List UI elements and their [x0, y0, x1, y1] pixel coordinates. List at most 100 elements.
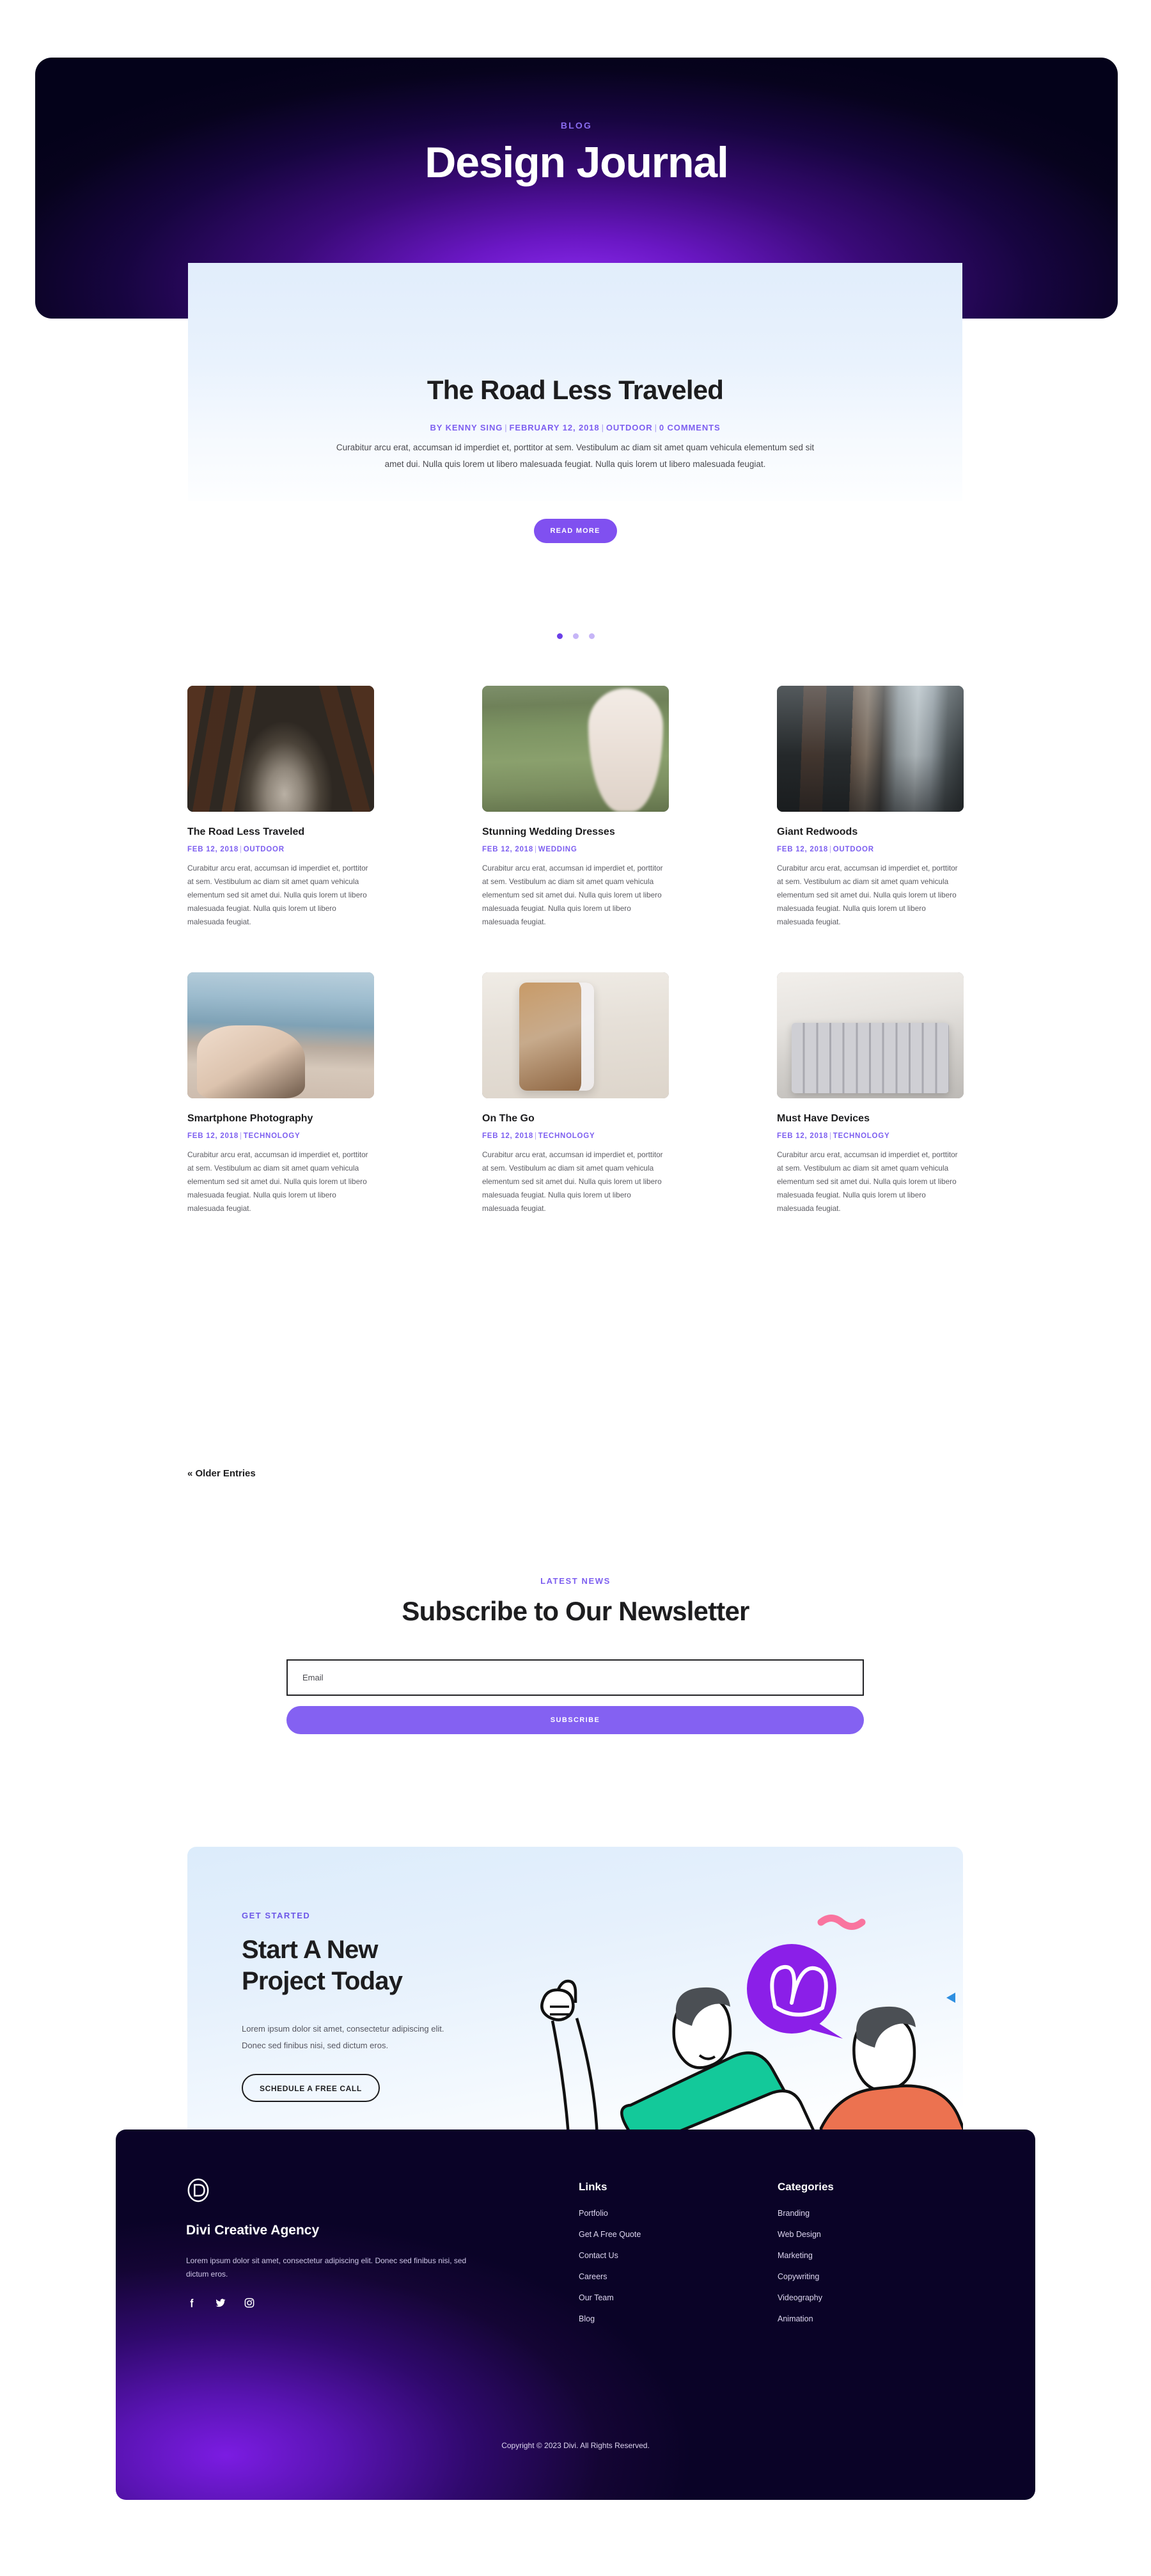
cta-eyebrow: GET STARTED	[242, 1911, 311, 1920]
footer-link-copywriting[interactable]: Copywriting	[778, 2272, 834, 2281]
post-category[interactable]: WEDDING	[538, 846, 577, 853]
slider-dot-1[interactable]	[556, 633, 563, 639]
post-meta: FEB 12, 2018 | TECHNOLOGY	[187, 1132, 374, 1140]
post-date: FEB 12, 2018	[187, 846, 239, 853]
post-title[interactable]: Giant Redwoods	[777, 826, 964, 838]
post-date: FEB 12, 2018	[187, 1132, 239, 1140]
email-input[interactable]	[286, 1659, 864, 1696]
schedule-call-button[interactable]: SCHEDULE A FREE CALL	[242, 2074, 380, 2102]
footer-link-marketing[interactable]: Marketing	[778, 2251, 834, 2260]
featured-category[interactable]: OUTDOOR	[606, 423, 653, 432]
twitter-icon[interactable]	[214, 2297, 227, 2309]
footer-brand-name: Divi Creative Agency	[186, 2223, 320, 2238]
post-title[interactable]: Smartphone Photography	[187, 1113, 374, 1125]
page-title: Design Journal	[425, 138, 729, 187]
post-date: FEB 12, 2018	[777, 1132, 828, 1140]
post-excerpt: Curabitur arcu erat, accumsan id imperdi…	[777, 864, 958, 926]
instagram-icon[interactable]	[244, 2297, 255, 2309]
post-title[interactable]: The Road Less Traveled	[187, 826, 374, 838]
post-meta: FEB 12, 2018 | WEDDING	[482, 846, 669, 853]
post-thumbnail-smartphone[interactable]	[187, 972, 374, 1098]
read-more-button[interactable]: READ MORE	[533, 519, 617, 543]
post-meta: FEB 12, 2018 | OUTDOOR	[187, 846, 374, 853]
footer-link-our-team[interactable]: Our Team	[579, 2293, 641, 2302]
older-entries-link[interactable]: « Older Entries	[187, 1468, 256, 1479]
blog-post-card: Smartphone Photography FEB 12, 2018 | TECH…	[187, 972, 374, 1215]
footer-column-heading: Categories	[778, 2181, 834, 2193]
blog-post-card: Stunning Wedding Dresses FEB 12, 2018 | WE…	[482, 686, 669, 929]
hero-eyebrow: BLOG	[560, 120, 593, 130]
site-footer: Divi Creative Agency Lorem ipsum dolor s…	[116, 2130, 1035, 2500]
post-date: FEB 12, 2018	[777, 846, 828, 853]
facebook-icon[interactable]	[186, 2297, 198, 2309]
blog-post-grid: The Road Less Traveled FEB 12, 2018 | OUTD…	[187, 686, 964, 1215]
footer-column-links: Links Portfolio Get A Free Quote Contact…	[579, 2181, 641, 2335]
footer-link-branding[interactable]: Branding	[778, 2209, 834, 2218]
cta-title: Start A New Project Today	[242, 1936, 403, 1995]
footer-link-get-a-free-quote[interactable]: Get A Free Quote	[579, 2230, 641, 2239]
footer-link-videography[interactable]: Videography	[778, 2293, 834, 2302]
post-excerpt: Curabitur arcu erat, accumsan id imperdi…	[482, 864, 663, 926]
post-category[interactable]: OUTDOOR	[833, 846, 874, 853]
meta-separator: |	[239, 846, 242, 853]
footer-link-web-design[interactable]: Web Design	[778, 2230, 834, 2239]
post-category[interactable]: TECHNOLOGY	[538, 1132, 595, 1140]
post-category[interactable]: OUTDOOR	[244, 846, 285, 853]
post-meta: FEB 12, 2018 | TECHNOLOGY	[777, 1132, 964, 1140]
post-thumbnail-forest-road[interactable]	[187, 686, 374, 812]
slider-pagination[interactable]	[0, 633, 1151, 639]
post-excerpt: Curabitur arcu erat, accumsan id imperdi…	[187, 1150, 368, 1213]
post-meta: FEB 12, 2018 | OUTDOOR	[777, 846, 964, 853]
footer-link-contact-us[interactable]: Contact Us	[579, 2251, 641, 2260]
copyright-text: Copyright © 2023 Divi. All Rights Reserv…	[501, 2441, 650, 2450]
post-category[interactable]: TECHNOLOGY	[833, 1132, 890, 1140]
footer-column-categories: Categories Branding Web Design Marketing…	[778, 2181, 834, 2335]
blog-post-card: The Road Less Traveled FEB 12, 2018 | OUTD…	[187, 686, 374, 929]
post-thumbnail-wedding-dress[interactable]	[482, 686, 669, 812]
divi-d-logo-icon	[187, 2178, 209, 2202]
post-category[interactable]: TECHNOLOGY	[244, 1132, 301, 1140]
meta-separator: |	[534, 846, 537, 853]
post-title[interactable]: Must Have Devices	[777, 1113, 964, 1125]
meta-separator: |	[829, 1132, 832, 1140]
post-excerpt: Curabitur arcu erat, accumsan id imperdi…	[482, 1150, 663, 1213]
footer-link-blog[interactable]: Blog	[579, 2314, 641, 2323]
post-thumbnail-on-the-go[interactable]	[482, 972, 669, 1098]
blog-post-card: On The Go FEB 12, 2018 | TECHNOLOGY Curabi…	[482, 972, 669, 1215]
featured-post-title: The Road Less Traveled	[427, 375, 724, 405]
slider-dot-3[interactable]	[588, 633, 595, 639]
featured-post-meta: BY KENNY SING | FEBRUARY 12, 2018 | OUTDOOR |…	[188, 423, 962, 432]
featured-comments[interactable]: 0 COMMENTS	[659, 423, 721, 432]
footer-description: Lorem ipsum dolor sit amet, consectetur …	[186, 2256, 467, 2279]
meta-separator: |	[601, 423, 604, 432]
newsletter-title: Subscribe to Our Newsletter	[402, 1596, 749, 1626]
subscribe-button[interactable]: SUBSCRIBE	[286, 1706, 864, 1734]
meta-separator: |	[239, 1132, 242, 1140]
featured-post-excerpt: Curabitur arcu erat, accumsan id imperdi…	[336, 443, 815, 469]
post-title[interactable]: Stunning Wedding Dresses	[482, 826, 669, 838]
meta-separator: |	[505, 423, 508, 432]
slider-dot-2[interactable]	[572, 633, 579, 639]
post-title[interactable]: On The Go	[482, 1113, 669, 1125]
post-meta: FEB 12, 2018 | TECHNOLOGY	[482, 1132, 669, 1140]
footer-column-heading: Links	[579, 2181, 607, 2193]
post-excerpt: Curabitur arcu erat, accumsan id imperdi…	[777, 1150, 958, 1213]
footer-link-careers[interactable]: Careers	[579, 2272, 641, 2281]
post-date: FEB 12, 2018	[482, 846, 533, 853]
meta-separator: |	[534, 1132, 537, 1140]
featured-date: FEBRUARY 12, 2018	[509, 423, 600, 432]
post-thumbnail-redwoods[interactable]	[777, 686, 964, 812]
cta-body: Lorem ipsum dolor sit amet, consectetur …	[242, 2024, 444, 2050]
meta-separator: |	[654, 423, 657, 432]
meta-separator: |	[829, 846, 832, 853]
featured-author[interactable]: BY KENNY SING	[430, 423, 503, 432]
post-thumbnail-devices[interactable]	[777, 972, 964, 1098]
blog-post-card: Must Have Devices FEB 12, 2018 | TECHNOLOG…	[777, 972, 964, 1215]
blog-post-card: Giant Redwoods FEB 12, 2018 | OUTDOOR Cura…	[777, 686, 964, 929]
footer-link-animation[interactable]: Animation	[778, 2314, 834, 2323]
post-excerpt: Curabitur arcu erat, accumsan id imperdi…	[187, 864, 368, 926]
newsletter-eyebrow: LATEST NEWS	[540, 1576, 611, 1586]
footer-link-portfolio[interactable]: Portfolio	[579, 2209, 641, 2218]
featured-post-slide: The Road Less Traveled BY KENNY SING | FEB…	[188, 263, 962, 543]
post-date: FEB 12, 2018	[482, 1132, 533, 1140]
